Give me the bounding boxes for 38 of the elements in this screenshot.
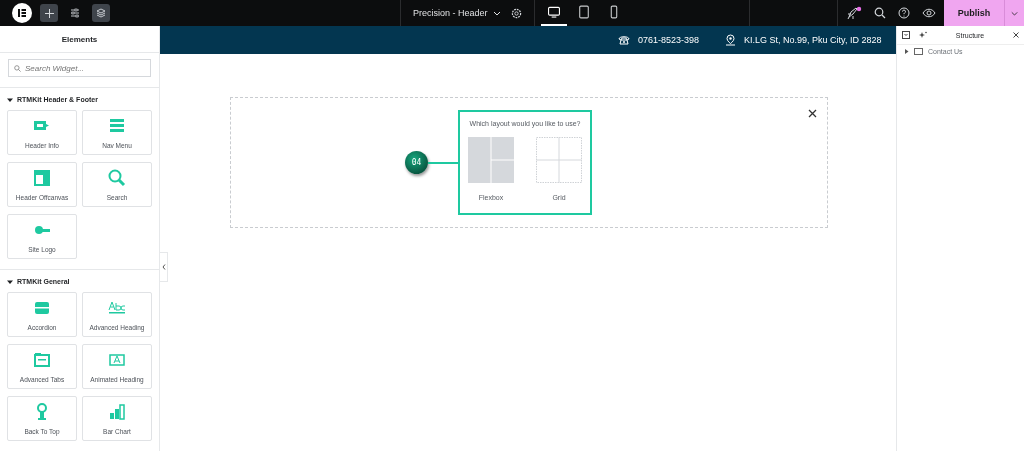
close-icon: [808, 109, 817, 118]
grid-layout-icon: [536, 137, 582, 183]
sparkle-button[interactable]: [919, 31, 927, 39]
logo-icon[interactable]: [12, 3, 32, 23]
settings-icon[interactable]: [510, 7, 522, 19]
preview-eye-icon[interactable]: [922, 7, 936, 19]
location-pin-icon: [725, 34, 737, 46]
phone-number: 0761-8523-398: [638, 35, 700, 45]
search-field[interactable]: Search Widget...: [8, 59, 151, 77]
layers-button[interactable]: [92, 4, 110, 22]
document-title-dropdown[interactable]: Precision - Header: [413, 8, 501, 18]
add-button[interactable]: [40, 4, 58, 22]
rocket-icon[interactable]: [846, 6, 862, 20]
search-widget-icon: [107, 168, 127, 188]
chevron-left-icon: [161, 264, 166, 270]
collapse-panel-handle[interactable]: [160, 252, 168, 282]
container-icon: [914, 48, 923, 55]
plus-icon: [44, 8, 54, 18]
flexbox-layout-icon: [468, 137, 514, 183]
panel-title: Elements: [0, 26, 159, 53]
tablet-icon: [576, 5, 591, 19]
search-icon: [14, 65, 21, 72]
chart-widget-icon: [107, 402, 127, 422]
chevron-down-icon: [492, 9, 501, 17]
phone-icon: [618, 35, 630, 45]
close-icon: [1013, 32, 1019, 38]
step-badge: 04: [405, 151, 428, 174]
address-text: KI.LG St, No.99, Pku City, ID 2828: [744, 35, 882, 45]
offcanvas-widget-icon: [32, 168, 52, 188]
publish-button[interactable]: Publish: [944, 0, 1004, 26]
collapse-icon: [902, 31, 910, 39]
sparkle-icon: [919, 31, 927, 39]
layers-icon: [96, 8, 106, 18]
collapse-button[interactable]: [902, 31, 910, 39]
close-button[interactable]: [1013, 32, 1019, 38]
help-icon[interactable]: [898, 7, 910, 19]
desktop-icon: [546, 5, 561, 19]
tabs-widget-icon: [32, 350, 52, 370]
